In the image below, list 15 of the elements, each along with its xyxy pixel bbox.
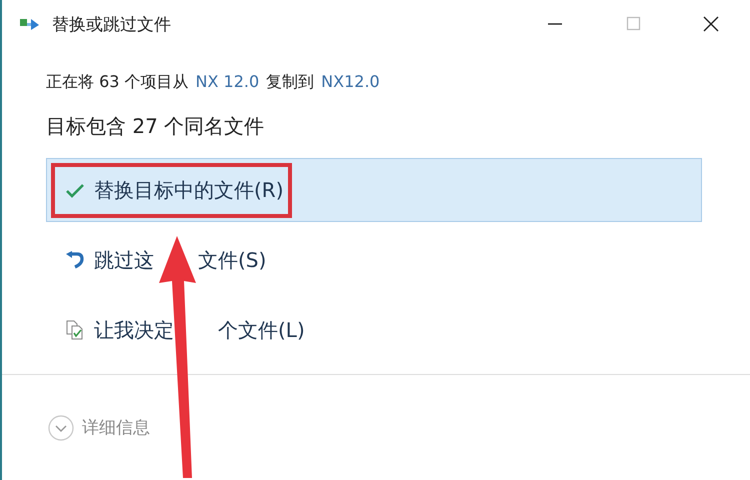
details-toggle[interactable]: 详细信息 [82, 416, 150, 439]
option-label: 替换目标中的文件(R) [94, 176, 284, 204]
option-row[interactable]: 跳过这 文件(S) [46, 228, 702, 292]
option-label: 让我决定 [94, 316, 174, 344]
option-label: 文件(S) [198, 246, 266, 274]
folder-link[interactable]: NX 12.0 [196, 72, 260, 93]
window-title: 替换或跳过文件 [52, 14, 171, 36]
option-label: 跳过这 [94, 246, 154, 274]
status-text: 正在将 63 个项目从 [46, 72, 189, 93]
option-row[interactable]: 替换目标中的文件(R) [46, 158, 702, 222]
folder-link[interactable]: NX12.0 [321, 72, 380, 93]
conflict-heading: 目标包含 27 个同名文件 [46, 113, 266, 140]
option-label: 个文件(L) [218, 316, 305, 344]
status-text: 复制到 [266, 72, 314, 93]
option-row[interactable]: 让我决定 个文件(L) [46, 298, 702, 362]
